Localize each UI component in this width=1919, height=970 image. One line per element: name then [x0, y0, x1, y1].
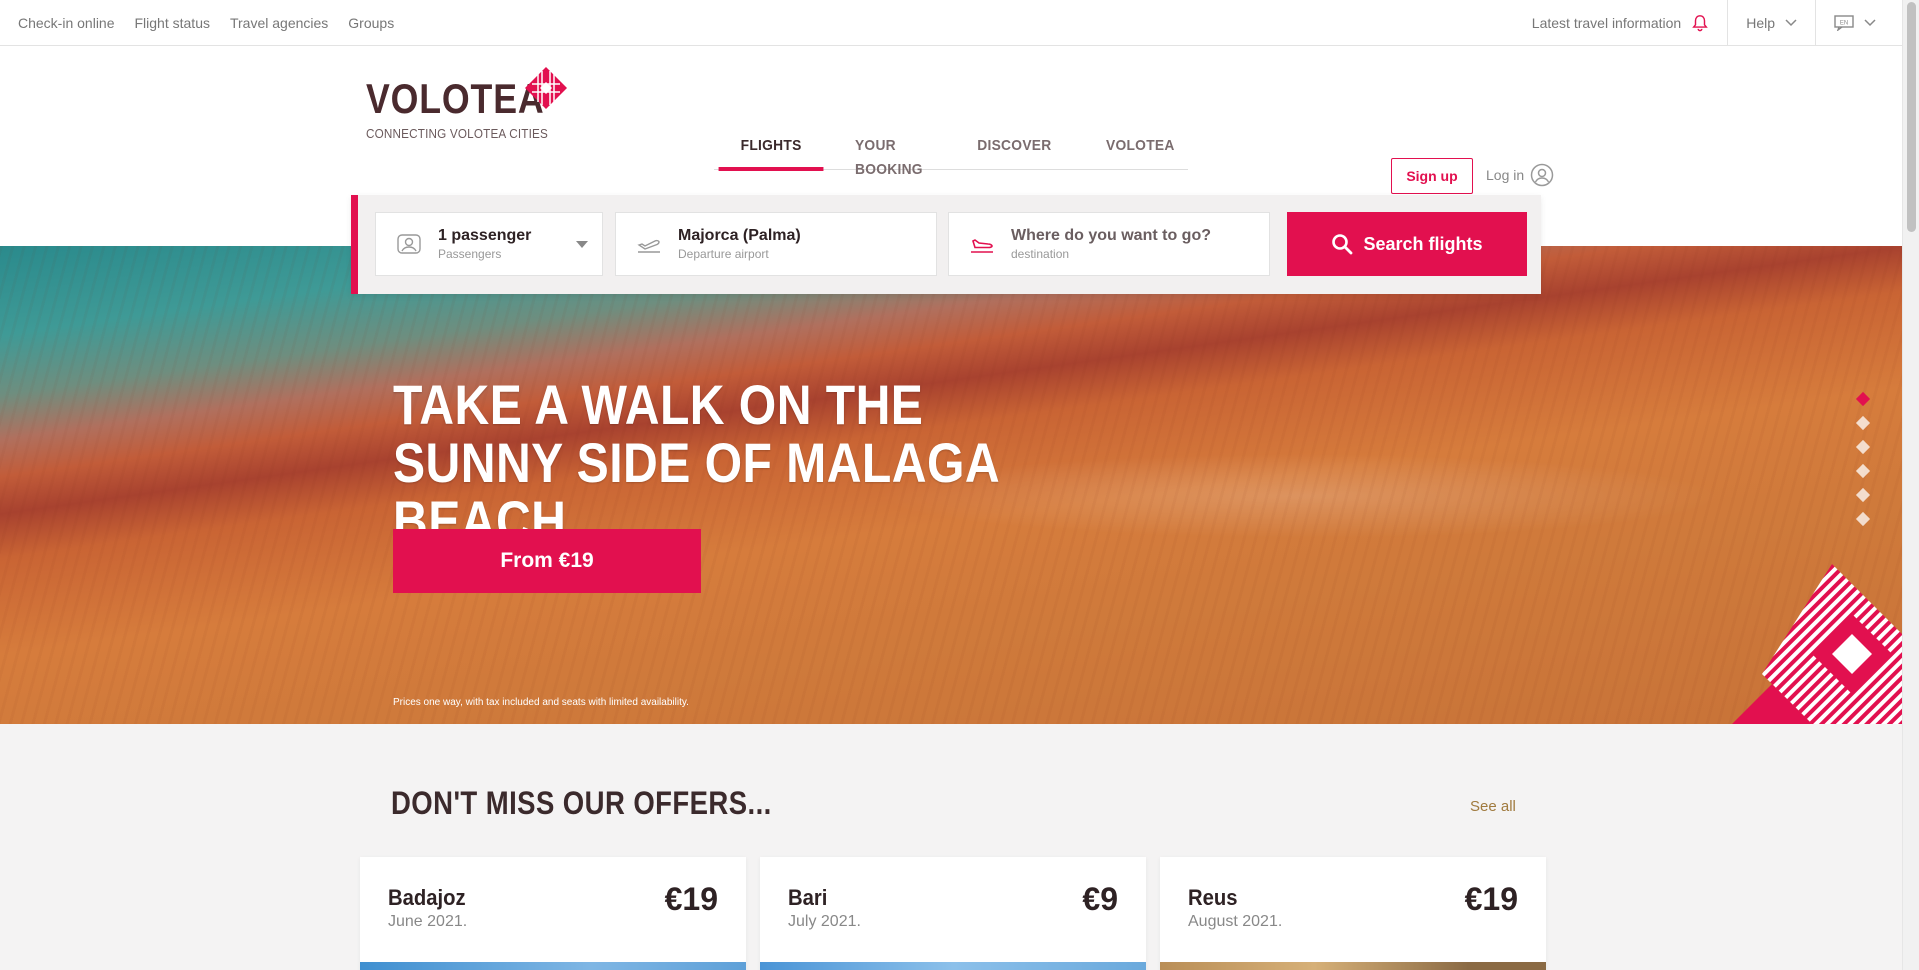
carousel-dot[interactable] [1855, 415, 1871, 431]
utility-bar: Check-in online Flight status Travel age… [0, 0, 1902, 46]
utility-links: Check-in online Flight status Travel age… [18, 15, 394, 31]
caret-down-icon [576, 241, 588, 248]
travel-info-link[interactable]: Latest travel information [1514, 0, 1727, 46]
chevron-down-icon [1864, 19, 1876, 27]
offer-card[interactable]: Bari July 2021. €9 [760, 857, 1146, 970]
hero-headline: TAKE A WALK ON THE SUNNY SIDE OF MALAGA … [393, 373, 999, 552]
user-icon [1530, 163, 1554, 187]
scrollbar-thumb[interactable] [1907, 2, 1916, 232]
passengers-text: 1 passenger Passengers [438, 227, 531, 261]
signup-button[interactable]: Sign up [1391, 158, 1473, 194]
hero-cta-button[interactable]: From €19 [393, 529, 701, 593]
departure-field[interactable]: Majorca (Palma) Departure airport [615, 212, 937, 276]
offer-image [360, 962, 746, 970]
bell-icon [1692, 15, 1709, 32]
destination-field[interactable]: Where do you want to go? destination [948, 212, 1270, 276]
offer-price: €9 [1082, 881, 1118, 917]
travel-info-label: Latest travel information [1531, 15, 1682, 31]
carousel-dot[interactable] [1855, 487, 1871, 503]
tab-flights[interactable]: FLIGHTS [718, 134, 824, 171]
departure-value: Majorca (Palma) [678, 227, 801, 244]
carousel-dots [1855, 391, 1871, 527]
page: Check-in online Flight status Travel age… [0, 0, 1902, 970]
brand-logo[interactable]: VOLOTEA CONNECTING VOLOTEA CITIES [366, 67, 576, 141]
takeoff-icon [637, 239, 660, 253]
offer-date: August 2021. [1188, 913, 1283, 930]
search-flights-label: Search flights [1363, 233, 1483, 254]
offer-card[interactable]: Badajoz June 2021. €19 [360, 857, 746, 970]
hero-fineprint: Prices one way, with tax included and se… [393, 697, 689, 708]
passengers-select[interactable]: 1 passenger Passengers [375, 212, 603, 276]
logo-diamond-icon [525, 67, 567, 109]
offer-image [1160, 962, 1546, 970]
see-all-link[interactable]: See all [1470, 798, 1516, 815]
help-dropdown[interactable]: Help [1727, 0, 1815, 46]
offers-title: DON'T MISS OUR OFFERS... [391, 785, 772, 821]
destination-placeholder: Where do you want to go? [1011, 227, 1211, 244]
page-scrollbar[interactable] [1902, 0, 1919, 970]
destination-label: destination [1011, 247, 1070, 261]
offer-city: Badajoz [388, 885, 466, 910]
login-button[interactable]: Log in [1486, 163, 1554, 187]
departure-text: Majorca (Palma) Departure airport [678, 227, 801, 261]
offer-city: Bari [788, 885, 828, 910]
corner-pattern-icon [1732, 564, 1902, 724]
search-flights-button[interactable]: Search flights [1287, 212, 1527, 276]
flight-status-link[interactable]: Flight status [135, 15, 210, 31]
landing-icon [971, 239, 993, 253]
logo-tagline: CONNECTING VOLOTEA CITIES [366, 126, 548, 141]
passengers-value: 1 passenger [438, 227, 532, 244]
login-label: Log in [1486, 167, 1525, 183]
offer-price: €19 [1464, 881, 1518, 917]
svg-text:EN: EN [1840, 21, 1848, 27]
chevron-down-icon [1785, 19, 1797, 27]
carousel-dot[interactable] [1855, 391, 1871, 407]
offer-price: €19 [664, 881, 718, 917]
offer-image [760, 962, 1146, 970]
offer-city: Reus [1188, 885, 1238, 910]
passenger-icon [397, 234, 421, 254]
tab-volotea[interactable]: VOLOTEA [1084, 134, 1197, 170]
passengers-label: Passengers [438, 247, 502, 261]
search-icon [1332, 234, 1353, 255]
offer-date: July 2021. [788, 913, 861, 930]
travel-agencies-link[interactable]: Travel agencies [230, 15, 328, 31]
hero-banner: TAKE A WALK ON THE SUNNY SIDE OF MALAGA … [0, 246, 1902, 724]
flight-search-form: 1 passenger Passengers Majorca (Palma) D… [351, 195, 1541, 294]
logo-wordmark: VOLOTEA [366, 75, 545, 122]
main-nav: FLIGHTS YOUR BOOKING DISCOVER VOLOTEA [714, 134, 1188, 178]
tab-your-booking[interactable]: YOUR BOOKING [833, 134, 945, 178]
tab-discover[interactable]: DISCOVER [955, 134, 1073, 170]
language-selector[interactable]: EN [1815, 0, 1902, 46]
destination-text: Where do you want to go? destination [1011, 227, 1211, 261]
utility-right: Latest travel information Help EN [1514, 0, 1902, 46]
departure-label: Departure airport [678, 247, 769, 261]
offer-card[interactable]: Reus August 2021. €19 [1160, 857, 1546, 970]
groups-link[interactable]: Groups [348, 15, 394, 31]
carousel-dot[interactable] [1855, 463, 1871, 479]
checkin-link[interactable]: Check-in online [18, 15, 115, 31]
help-label: Help [1746, 15, 1775, 31]
carousel-dot[interactable] [1855, 439, 1871, 455]
offer-date: June 2021. [388, 913, 468, 930]
language-icon: EN [1834, 15, 1854, 31]
